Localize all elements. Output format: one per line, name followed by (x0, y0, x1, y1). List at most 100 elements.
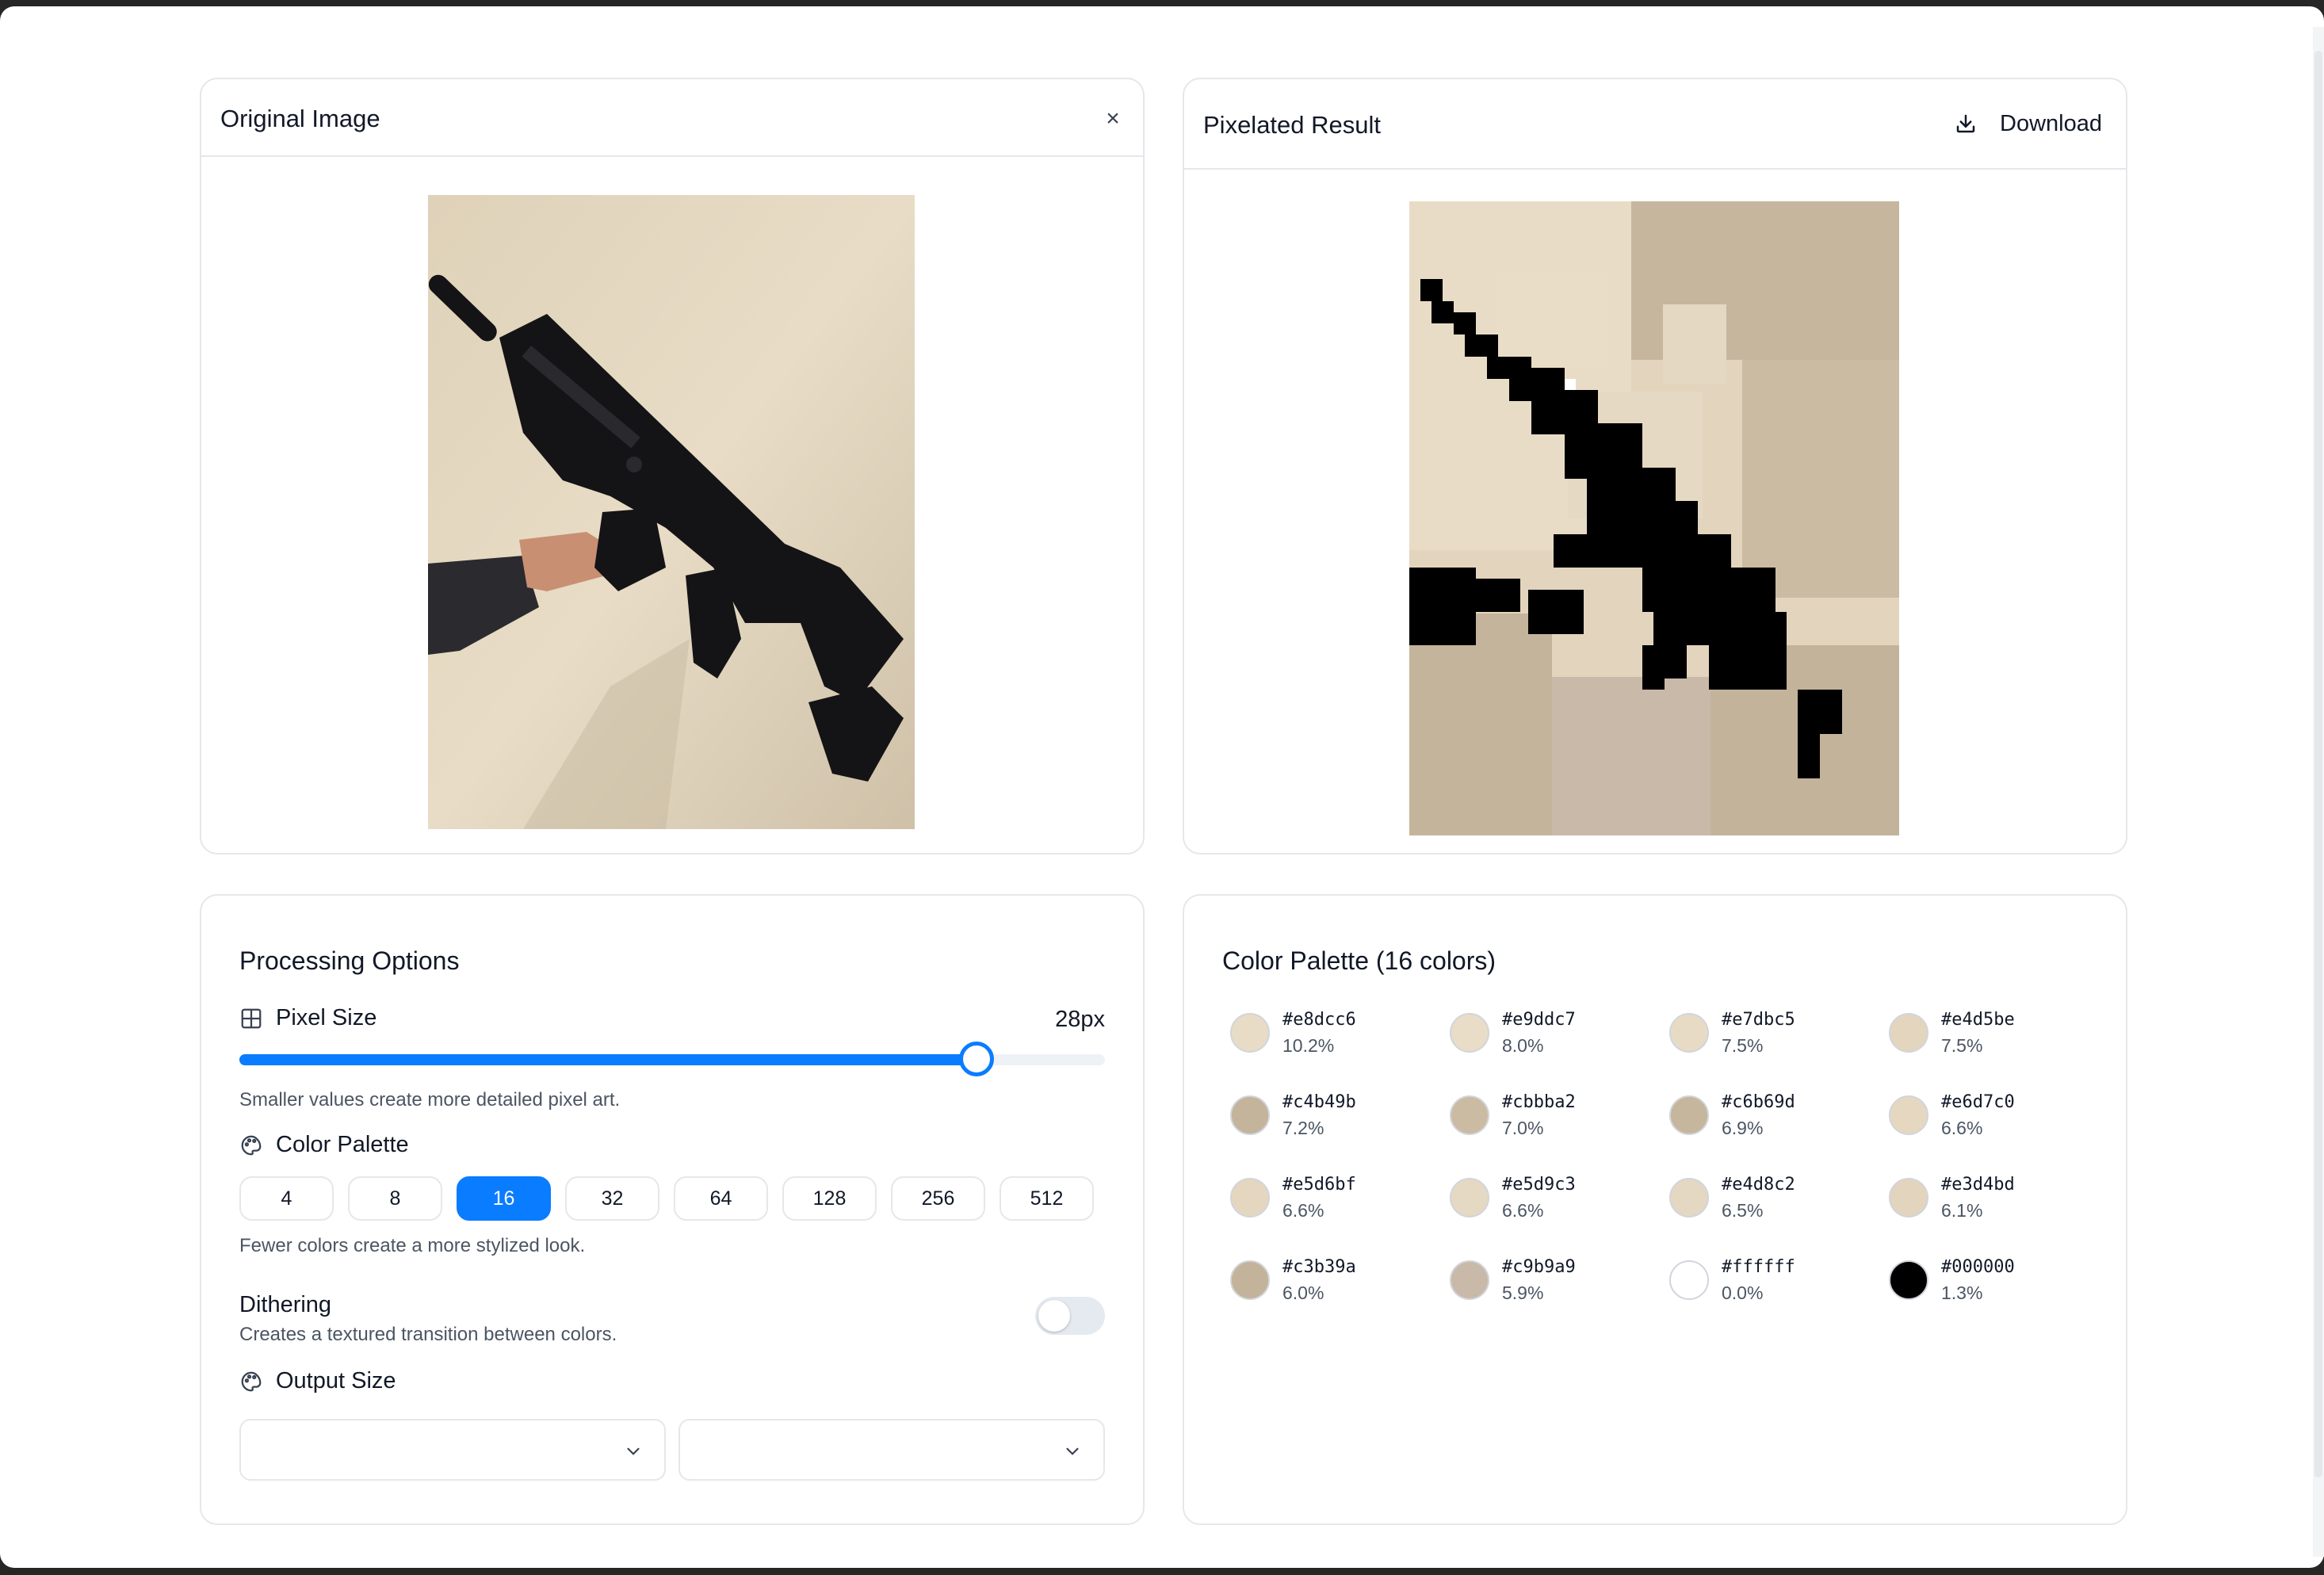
color-swatch-dot (1889, 1095, 1928, 1135)
color-percentage: 0.0% (1722, 1283, 1764, 1303)
color-hex: #e6d7c0 (1941, 1092, 2015, 1112)
color-count-option[interactable]: 4 (239, 1176, 334, 1221)
color-swatch-dot (1889, 1260, 1928, 1300)
chevron-down-icon (623, 1441, 644, 1462)
color-percentage: 8.0% (1502, 1035, 1544, 1056)
color-hex: #e4d5be (1941, 1010, 2015, 1030)
page-scrollbar[interactable] (2313, 27, 2324, 1557)
color-swatch-dot (1230, 1013, 1270, 1053)
color-hex: #e9ddc7 (1502, 1010, 1576, 1030)
color-percentage: 6.5% (1722, 1200, 1764, 1221)
palette-icon (239, 1133, 263, 1157)
download-button[interactable]: Download (1954, 103, 2102, 144)
color-swatch[interactable]: #e7dbc5 7.5% (1660, 1005, 1874, 1068)
color-swatch-dot (1450, 1178, 1489, 1218)
pixel-size-slider-thumb[interactable] (959, 1042, 995, 1076)
pixel-size-slider[interactable] (239, 1042, 1105, 1076)
color-swatch-grid: #e8dcc6 10.2% #e9ddc7 8.0% #e7dbc5 7.5% #e4d5b… (1221, 1005, 2100, 1338)
color-count-option[interactable]: 128 (782, 1176, 877, 1221)
color-swatch[interactable]: #c4b49b 7.2% (1221, 1088, 1435, 1151)
color-swatch-dot (1669, 1178, 1709, 1218)
color-swatch[interactable]: #e8dcc6 10.2% (1221, 1005, 1435, 1068)
color-swatch-dot (1230, 1095, 1270, 1135)
processing-options-card: Processing Options Pixel Size 28px Small… (200, 894, 1145, 1525)
color-hex: #e8dcc6 (1282, 1010, 1356, 1030)
color-swatch[interactable]: #e3d4bd 6.1% (1879, 1170, 2093, 1233)
color-count-option[interactable]: 64 (674, 1176, 768, 1221)
chevron-down-icon (1062, 1441, 1083, 1462)
color-swatch-dot (1230, 1178, 1270, 1218)
palette-icon (239, 1370, 263, 1393)
color-swatch[interactable]: #e6d7c0 6.6% (1879, 1088, 2093, 1151)
output-size-label: Output Size (276, 1368, 396, 1393)
color-count-option[interactable]: 256 (891, 1176, 985, 1221)
dithering-label: Dithering (239, 1292, 331, 1318)
color-swatch[interactable]: #e5d9c3 6.6% (1440, 1170, 1654, 1233)
color-palette-label: Color Palette (276, 1132, 409, 1157)
color-percentage: 10.2% (1282, 1035, 1335, 1056)
download-icon (1954, 112, 1978, 136)
color-count-options: 4 8 16 32 64 128 256 512 (239, 1176, 1094, 1221)
output-size-label-row: Output Size (239, 1368, 396, 1394)
color-palette-card: Color Palette (16 colors) #e8dcc6 10.2% #e… (1183, 894, 2127, 1525)
color-percentage: 6.1% (1941, 1200, 1983, 1221)
color-percentage: 6.6% (1502, 1200, 1544, 1221)
color-hex: #e5d6bf (1282, 1175, 1356, 1195)
dithering-label-text: Dithering (239, 1292, 332, 1317)
original-image-card: Original Image × (200, 78, 1145, 854)
original-image-title: Original Image (220, 105, 380, 132)
pixel-size-slider-fill (239, 1054, 977, 1065)
pixelated-result-title: Pixelated Result (1203, 111, 1382, 139)
color-hex: #000000 (1941, 1257, 2015, 1277)
color-count-option[interactable]: 32 (565, 1176, 659, 1221)
color-percentage: 6.6% (1282, 1200, 1324, 1221)
color-percentage: 7.5% (1941, 1035, 1983, 1056)
color-percentage: 5.9% (1502, 1283, 1544, 1303)
close-image-button[interactable]: × (1102, 107, 1124, 131)
color-percentage: 7.5% (1722, 1035, 1764, 1056)
color-swatch-dot (1889, 1178, 1928, 1218)
color-swatch[interactable]: #e5d6bf 6.6% (1221, 1170, 1435, 1233)
color-palette-hint: Fewer colors create a more stylized look… (239, 1235, 586, 1256)
color-swatch[interactable]: #ffffff 0.0% (1660, 1252, 1874, 1316)
color-count-option[interactable]: 512 (1000, 1176, 1094, 1221)
color-swatch-dot (1450, 1013, 1489, 1053)
color-swatch[interactable]: #e4d8c2 6.5% (1660, 1170, 1874, 1233)
color-percentage: 7.2% (1282, 1118, 1324, 1138)
pixelated-result-card: Pixelated Result Download (1183, 78, 2127, 854)
color-palette-label-row: Color Palette (239, 1132, 409, 1158)
color-hex: #c9b9a9 (1502, 1257, 1576, 1277)
color-percentage: 6.9% (1722, 1118, 1764, 1138)
page-scrollbar-thumb[interactable] (2314, 51, 2322, 1478)
grid-icon (239, 1007, 263, 1030)
download-label: Download (2000, 110, 2102, 136)
color-swatch[interactable]: #000000 1.3% (1879, 1252, 2093, 1316)
color-swatch[interactable]: #cbbba2 7.0% (1440, 1088, 1654, 1151)
color-percentage: 7.0% (1502, 1118, 1544, 1138)
color-count-option[interactable]: 8 (348, 1176, 442, 1221)
app-window: Original Image × Pixelated Result Downlo… (0, 6, 2324, 1568)
color-percentage: 1.3% (1941, 1283, 1983, 1303)
pixelated-result-header: Pixelated Result Download (1184, 79, 2126, 170)
color-palette-title: Color Palette (16 colors) (1222, 946, 1496, 975)
color-count-option[interactable]: 16 (457, 1176, 551, 1221)
color-swatch[interactable]: #c6b69d 6.9% (1660, 1088, 1874, 1151)
color-swatch-dot (1889, 1013, 1928, 1053)
color-hex: #c3b39a (1282, 1257, 1356, 1277)
processing-options-title: Processing Options (239, 946, 460, 975)
color-swatch[interactable]: #e9ddc7 8.0% (1440, 1005, 1654, 1068)
original-photo (428, 195, 915, 829)
color-hex: #c4b49b (1282, 1092, 1356, 1112)
pixel-size-value: 28px (1055, 1007, 1105, 1032)
color-swatch[interactable]: #c3b39a 6.0% (1221, 1252, 1435, 1316)
original-image-header: Original Image × (201, 79, 1143, 157)
output-height-select[interactable] (678, 1419, 1105, 1481)
color-swatch-dot (1230, 1260, 1270, 1300)
color-swatch[interactable]: #e4d5be 7.5% (1879, 1005, 2093, 1068)
color-hex: #e3d4bd (1941, 1175, 2015, 1195)
output-width-select[interactable] (239, 1419, 666, 1481)
dithering-toggle[interactable] (1035, 1297, 1105, 1335)
color-swatch[interactable]: #c9b9a9 5.9% (1440, 1252, 1654, 1316)
color-hex: #e7dbc5 (1722, 1010, 1795, 1030)
color-swatch-dot (1450, 1260, 1489, 1300)
